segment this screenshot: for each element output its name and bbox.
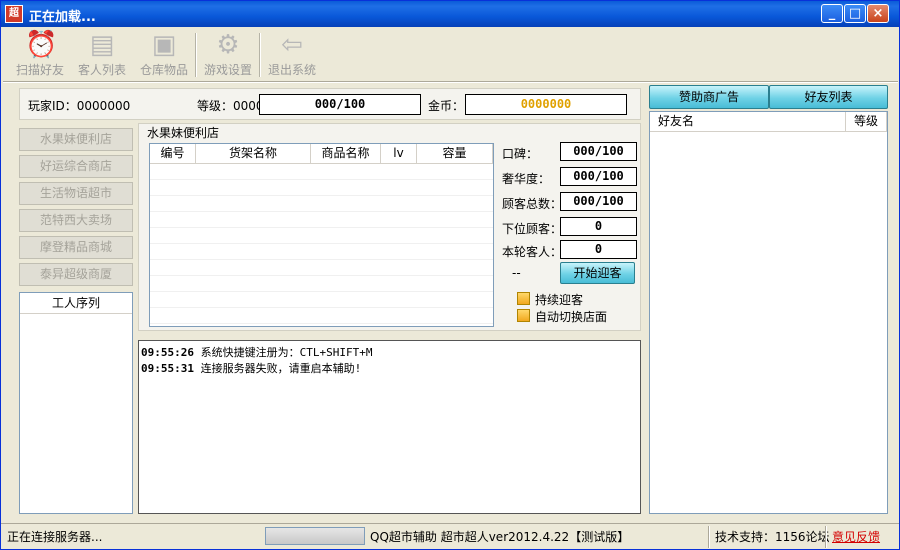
warehouse-button[interactable]: ▣ 仓库物品 <box>133 29 195 81</box>
status-dash: -- <box>512 266 521 280</box>
store-button-taiyi[interactable]: 泰异超级商厦 <box>19 263 133 286</box>
round-guests-label: 本轮客人： <box>502 245 563 259</box>
store-button-lucky[interactable]: 好运综合商店 <box>19 155 133 178</box>
column-header-shelf[interactable]: 货架名称 <box>196 144 311 163</box>
keep-welcoming-checkbox[interactable] <box>517 292 530 305</box>
maximize-button[interactable]: □ <box>844 4 866 23</box>
column-header-friend-name[interactable]: 好友名 <box>650 112 846 131</box>
scan-friends-label: 扫描好友 <box>15 63 64 77</box>
total-customers-label: 顾客总数： <box>502 197 563 211</box>
next-customer-label: 下位顾客： <box>502 222 563 236</box>
store-panel: 水果妹便利店 编号 货架名称 商品名称 lv 容量 口碑： 000/100 奢华… <box>138 123 641 331</box>
next-customer-field: 0 <box>560 217 637 236</box>
worker-list-header: 工人序列 <box>20 293 132 314</box>
game-settings-label: 游戏设置 <box>203 63 252 77</box>
player-level-label: 等级：0000 <box>197 99 264 113</box>
guest-list-label: 客人列表 <box>77 63 126 77</box>
column-header-goods[interactable]: 商品名称 <box>311 144 381 163</box>
gold-field: 0000000 <box>465 94 627 115</box>
column-header-id[interactable]: 编号 <box>150 144 196 163</box>
feedback-link[interactable]: 意见反馈 <box>832 528 880 545</box>
close-button[interactable]: × <box>867 4 889 23</box>
auto-switch-store-checkbox[interactable] <box>517 309 530 322</box>
connection-status: 正在连接服务器... <box>7 530 103 544</box>
app-icon: 超 <box>5 5 23 23</box>
log-text: 连接服务器失败，请重启本辅助! <box>200 362 362 375</box>
player-id: 玩家ID：0000000 <box>28 99 131 113</box>
notebook-icon: ▤ <box>89 30 115 60</box>
status-separator <box>708 526 710 548</box>
log-time: 09:55:26 <box>141 346 194 359</box>
toolbar-divider <box>3 81 898 83</box>
column-header-friend-level[interactable]: 等级 <box>846 112 887 131</box>
minimize-button[interactable]: _ <box>821 4 843 23</box>
friend-list[interactable]: 好友名 等级 <box>649 111 888 514</box>
round-guests-field: 0 <box>560 240 637 259</box>
connection-progress-bar <box>265 527 365 545</box>
shelf-table[interactable]: 编号 货架名称 商品名称 lv 容量 <box>149 143 494 327</box>
alarm-clock-icon: ⏰ <box>25 30 58 60</box>
start-welcome-button[interactable]: 开始迎客 <box>560 262 635 284</box>
log-panel[interactable]: 09:55:26 系统快捷键注册为：CTL+SHIFT+M 09:55:31 连… <box>138 340 641 514</box>
status-bar: 正在连接服务器... QQ超市辅助 超市超人ver2012.4.22【测试版】 … <box>1 523 899 549</box>
gold-label: 金币： <box>428 99 465 113</box>
column-header-lv[interactable]: lv <box>381 144 417 163</box>
tab-sponsor-ads[interactable]: 赞助商广告 <box>649 85 769 109</box>
worker-list[interactable]: 工人序列 <box>19 292 133 514</box>
log-entry: 09:55:31 连接服务器失败，请重启本辅助! <box>141 360 638 376</box>
warehouse-label: 仓库物品 <box>139 63 188 77</box>
store-button-fruit[interactable]: 水果妹便利店 <box>19 128 133 151</box>
store-button-modern[interactable]: 摩登精品商城 <box>19 236 133 259</box>
version-text: QQ超市辅助 超市超人ver2012.4.22【测试版】 <box>370 530 630 544</box>
exit-door-icon: ⇦ <box>281 30 303 60</box>
exit-label: 退出系统 <box>267 63 316 77</box>
log-text: 系统快捷键注册为：CTL+SHIFT+M <box>200 346 373 359</box>
game-settings-button[interactable]: ⚙ 游戏设置 <box>197 29 259 81</box>
store-panel-title: 水果妹便利店 <box>147 126 220 140</box>
reputation-field: 000/100 <box>560 142 637 161</box>
friend-list-header: 好友名 等级 <box>650 112 887 132</box>
total-customers-field: 000/100 <box>560 192 637 211</box>
tab-friend-list[interactable]: 好友列表 <box>769 85 888 109</box>
log-time: 09:55:31 <box>141 362 194 375</box>
window-title: 正在加载... <box>29 10 96 25</box>
level-progress-field: 000/100 <box>259 94 421 115</box>
reputation-label: 口碑： <box>502 147 539 161</box>
gear-icon: ⚙ <box>216 30 240 60</box>
exit-button[interactable]: ⇦ 退出系统 <box>261 29 323 81</box>
player-info-bar: 玩家ID：0000000 等级：0000 000/100 金币： 0000000 <box>19 88 641 120</box>
status-separator <box>825 526 827 548</box>
safe-box-icon: ▣ <box>151 30 177 60</box>
scan-friends-button[interactable]: ⏰ 扫描好友 <box>9 29 71 81</box>
store-button-life[interactable]: 生活物语超市 <box>19 182 133 205</box>
log-entry: 09:55:26 系统快捷键注册为：CTL+SHIFT+M <box>141 344 638 360</box>
store-button-fantasy[interactable]: 范特西大卖场 <box>19 209 133 232</box>
title-bar[interactable]: 超 正在加载... _ □ × <box>1 1 899 27</box>
keep-welcoming-label[interactable]: 持续迎客 <box>535 291 583 308</box>
guest-list-button[interactable]: ▤ 客人列表 <box>71 29 133 81</box>
toolbar: ⏰ 扫描好友 ▤ 客人列表 ▣ 仓库物品 ⚙ 游戏设置 ⇦ 退出系统 <box>9 29 323 81</box>
shelf-table-header: 编号 货架名称 商品名称 lv 容量 <box>150 144 493 164</box>
luxury-label: 奢华度： <box>502 172 551 186</box>
main-window: 超 正在加载... _ □ × ⏰ 扫描好友 ▤ 客人列表 ▣ 仓库物品 ⚙ 游… <box>0 0 900 550</box>
auto-switch-store-label[interactable]: 自动切换店面 <box>535 308 607 325</box>
luxury-field: 000/100 <box>560 167 637 186</box>
support-text: 技术支持：1156论坛 <box>715 530 830 544</box>
column-header-capacity[interactable]: 容量 <box>417 144 493 163</box>
